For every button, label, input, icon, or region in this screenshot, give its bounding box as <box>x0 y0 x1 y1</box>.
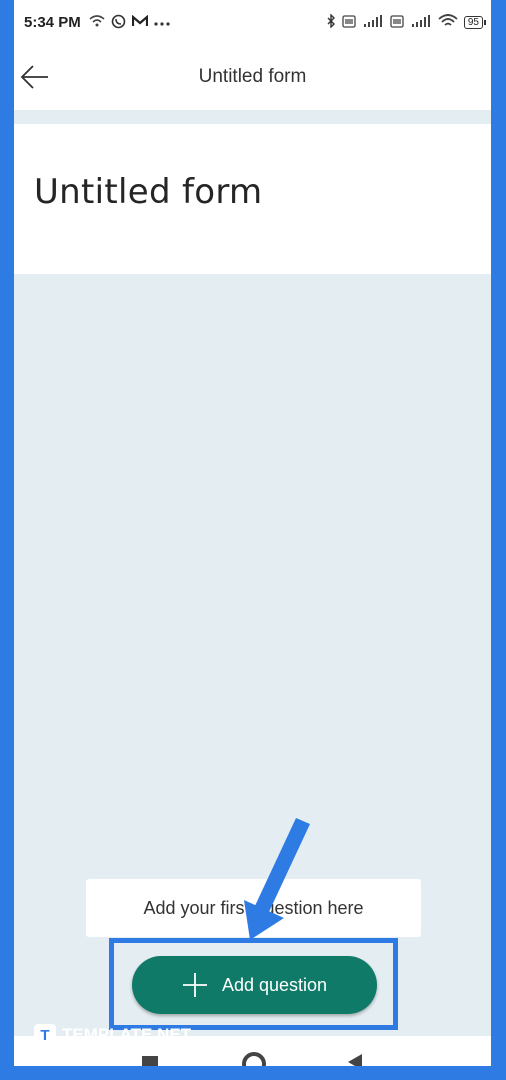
watermark-text: TEMPLATE.NET <box>62 1025 192 1044</box>
volte-icon <box>342 14 356 30</box>
back-button[interactable] <box>18 62 52 96</box>
app-bar: Untitled form <box>14 44 491 110</box>
bluetooth-icon <box>326 13 336 30</box>
form-title[interactable]: Untitled form <box>34 172 262 212</box>
back-nav-icon[interactable] <box>348 1054 362 1066</box>
arrow-left-icon <box>20 64 50 95</box>
recent-apps-icon[interactable] <box>142 1056 158 1066</box>
form-header-card[interactable]: Untitled form <box>14 124 491 274</box>
signal-icon <box>410 14 432 30</box>
template-net-watermark: T TEMPLATE.NET <box>34 1024 191 1046</box>
gmail-icon <box>131 14 148 29</box>
volte-icon <box>390 14 404 30</box>
wifi-icon <box>89 15 105 29</box>
whatsapp-icon <box>111 14 126 31</box>
more-icon <box>154 16 170 29</box>
hint-text: Add your first question here <box>143 897 364 918</box>
wifi-icon <box>438 14 458 30</box>
app-bar-title: Untitled form <box>198 66 307 87</box>
status-bar: 5:34 PM 95 <box>14 0 491 44</box>
add-question-label: Add question <box>221 974 328 995</box>
home-icon[interactable] <box>242 1052 266 1066</box>
template-logo-icon: T <box>34 1024 56 1046</box>
battery-indicator: 95 <box>463 15 487 29</box>
signal-icon <box>362 14 384 30</box>
first-question-hint: Add your first question here <box>86 879 421 937</box>
status-time: 5:34 PM <box>24 13 81 31</box>
add-question-button[interactable]: Add question <box>132 956 377 1014</box>
plus-icon <box>182 972 208 998</box>
phone-screen: 5:34 PM 95 Untitled form Untitled form A… <box>14 0 491 1066</box>
